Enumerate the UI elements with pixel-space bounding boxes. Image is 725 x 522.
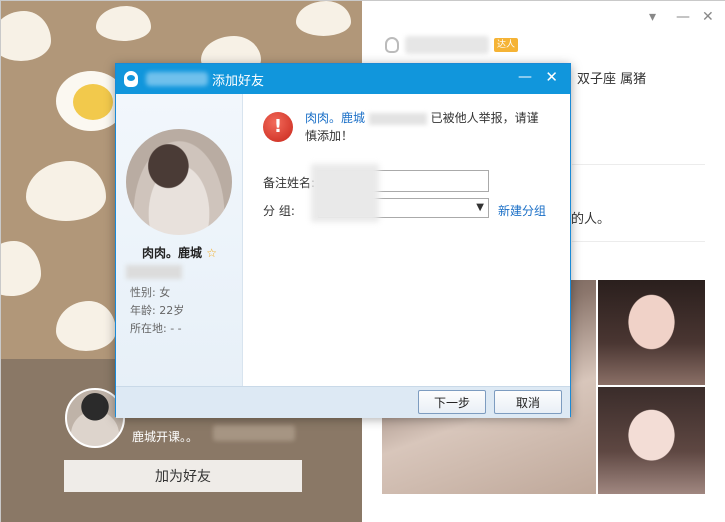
star-icon: ☆: [206, 246, 217, 260]
minimize-icon[interactable]: —: [676, 9, 690, 25]
signature-blur: [213, 425, 295, 441]
age-text: 年龄: 22岁: [130, 304, 185, 317]
qq-penguin-icon: [124, 71, 138, 87]
cover-decoration: [56, 301, 116, 351]
daren-badge: 达人: [494, 38, 519, 52]
dialog-titlebar[interactable]: 添加好友 — ✕: [116, 64, 570, 94]
dropdown-icon[interactable]: ▾: [649, 9, 656, 25]
add-friend-dialog: 添加好友 — ✕ 肉肉。鹿城 ☆ 性别: 女 年龄: 22岁 所在地: - - …: [115, 63, 571, 418]
warning-icon: !: [263, 112, 293, 142]
cover-decoration: [296, 1, 351, 36]
signature-text: 鹿城开课。。: [132, 430, 199, 444]
qq-penguin-icon: [385, 37, 399, 53]
warning-name: 肉肉。鹿城: [305, 111, 366, 125]
add-friend-button[interactable]: 加为好友: [64, 460, 302, 492]
qq-number-blur: [126, 265, 182, 279]
cover-decoration: [73, 84, 113, 120]
cover-decoration: [1, 241, 41, 296]
new-group-link[interactable]: 新建分组: [498, 202, 546, 219]
remark-label: 备注姓名:: [263, 176, 316, 190]
location-text: 所在地: - -: [130, 322, 182, 335]
minimize-icon[interactable]: —: [518, 69, 532, 85]
next-button[interactable]: 下一步: [418, 390, 486, 414]
gender-text: 性别: 女: [130, 286, 171, 299]
friend-avatar[interactable]: [126, 129, 232, 235]
dropdown-arrow-icon: ▼: [476, 202, 484, 213]
close-icon[interactable]: ✕: [545, 68, 558, 86]
cover-decoration: [1, 11, 51, 61]
zodiac-text: 双子座 属猪: [577, 72, 647, 87]
warning-message: 肉肉。鹿城 已被他人举报，请谨慎添加！: [305, 109, 550, 145]
dialog-title: 添加好友: [212, 73, 265, 89]
profile-sidebar: 肉肉。鹿城 ☆ 性别: 女 年龄: 22岁 所在地: - -: [116, 94, 243, 386]
friend-nickname: 肉肉。鹿城 ☆: [116, 244, 243, 261]
nickname-blur: [405, 36, 489, 54]
photo-thumbnail[interactable]: [598, 280, 705, 385]
close-icon[interactable]: ✕: [702, 9, 714, 25]
divider: [572, 241, 705, 242]
bio-fragment: 的人。: [571, 212, 611, 227]
photo-thumbnail[interactable]: [598, 387, 705, 494]
form-blur: [311, 164, 379, 222]
warning-blur: [368, 112, 427, 125]
nickname-text: 肉肉。鹿城: [142, 246, 203, 260]
group-label: 分 组:: [263, 204, 295, 218]
cover-decoration: [96, 6, 151, 41]
divider: [572, 164, 705, 165]
cancel-button[interactable]: 取消: [494, 390, 562, 414]
title-blur: [146, 72, 208, 86]
cover-decoration: [26, 161, 106, 221]
